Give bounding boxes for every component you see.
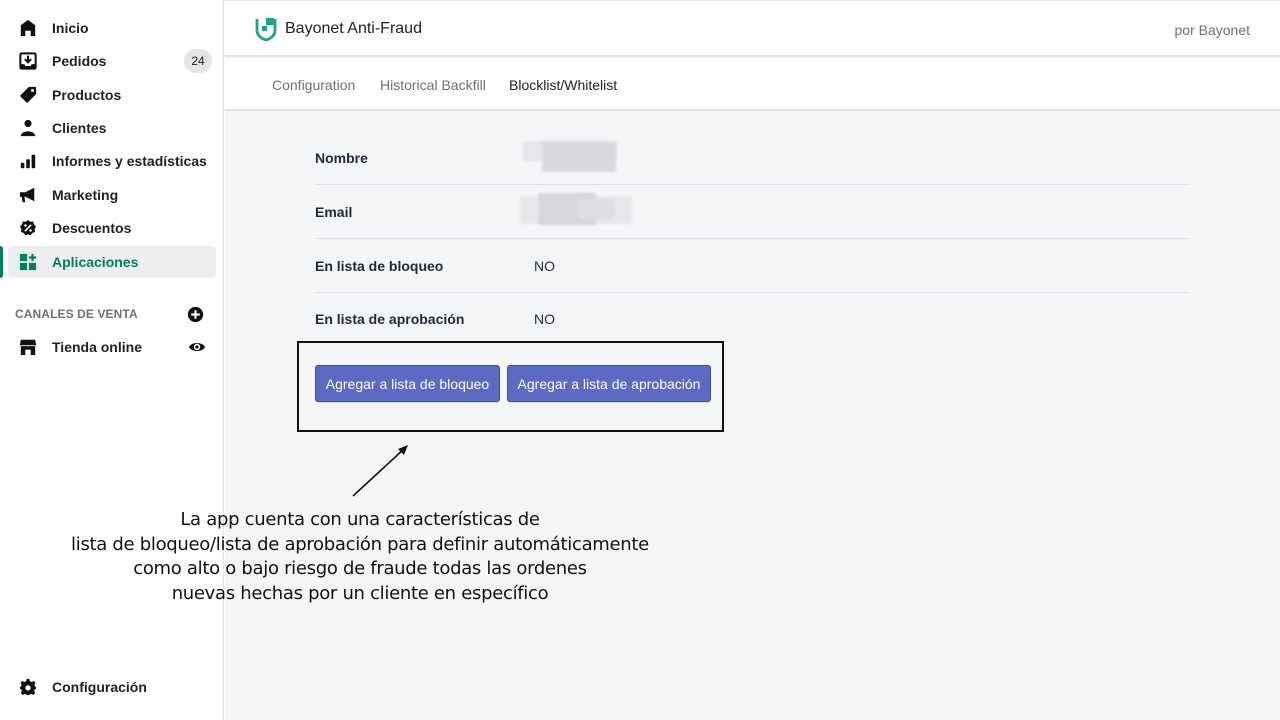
sidebar-item-label: Marketing — [52, 187, 119, 203]
tab-configuration[interactable]: Configuration — [272, 77, 355, 93]
tab-bar: Configuration Historical Backfill Blockl… — [225, 58, 1280, 111]
store-icon — [18, 337, 38, 357]
sidebar-item-aplicaciones[interactable]: Aplicaciones — [8, 246, 216, 278]
redacted-name-value — [523, 141, 618, 173]
active-indicator — [0, 246, 3, 278]
add-to-blocklist-button[interactable]: Agregar a lista de bloqueo — [315, 365, 500, 402]
sidebar-item-label: Clientes — [52, 120, 107, 136]
detail-row-approvallist: En lista de aprobación NO — [315, 292, 1190, 346]
sidebar-item-label: Pedidos — [52, 53, 107, 69]
sidebar-item-productos[interactable]: Productos — [8, 79, 216, 111]
orders-count-badge: 24 — [184, 49, 212, 73]
sidebar-item-label: Productos — [52, 87, 122, 103]
annotation-arrow-icon — [352, 445, 408, 497]
annotation-line: nuevas hechas por un cliente en específi… — [171, 582, 549, 604]
sidebar-item-label: Informes y estadísticas — [52, 153, 207, 169]
person-icon — [18, 118, 38, 138]
sidebar-item-label: Configuración — [52, 679, 147, 695]
sidebar-item-label: Aplicaciones — [52, 254, 139, 270]
sidebar-item-informes[interactable]: Informes y estadísticas — [8, 145, 216, 177]
tab-historical-backfill[interactable]: Historical Backfill — [380, 77, 486, 93]
gear-icon — [18, 677, 38, 697]
add-sales-channel-button[interactable] — [187, 306, 204, 323]
detail-row-blocklist: En lista de bloqueo NO — [315, 239, 1190, 293]
orders-icon — [18, 51, 38, 71]
eye-icon — [188, 342, 206, 352]
plus-circle-icon — [187, 306, 204, 323]
app-header: Bayonet Anti-Fraud por Bayonet — [225, 0, 1280, 57]
annotation-line: como alto o bajo riesgo de fraude todas … — [133, 558, 587, 579]
detail-label: Nombre — [315, 150, 368, 166]
sidebar-item-pedidos[interactable]: Pedidos 24 — [8, 45, 216, 77]
detail-label: En lista de aprobación — [315, 311, 465, 327]
view-store-button[interactable] — [188, 339, 206, 355]
sidebar-item-inicio[interactable]: Inicio — [8, 12, 216, 44]
annotation-caption: La app cuenta con una características de… — [60, 508, 660, 606]
tag-icon — [18, 85, 38, 105]
app-developer[interactable]: por Bayonet — [1175, 22, 1251, 38]
megaphone-icon — [18, 185, 38, 205]
sidebar-item-descuentos[interactable]: Descuentos — [8, 212, 216, 244]
app-title: Bayonet Anti-Fraud — [285, 20, 422, 37]
sidebar-item-tienda-online[interactable]: Tienda online — [8, 331, 216, 363]
detail-label: En lista de bloqueo — [315, 258, 444, 274]
sidebar-item-label: Inicio — [52, 20, 89, 36]
sidebar-item-clientes[interactable]: Clientes — [8, 112, 216, 144]
bar-chart-icon — [18, 151, 38, 171]
annotation-line: lista de bloqueo/lista de aprobación par… — [71, 533, 649, 555]
annotation-line: La app cuenta con una características de — [180, 509, 540, 530]
add-to-approvallist-button[interactable]: Agregar a lista de aprobación — [507, 365, 711, 402]
discount-icon — [18, 218, 38, 238]
sidebar: Inicio Pedidos 24 Productos Clientes Inf… — [0, 0, 224, 720]
main-content: Bayonet Anti-Fraud por Bayonet Configura… — [225, 0, 1280, 720]
blocklist-status-value: NO — [534, 258, 555, 274]
detail-label: Email — [315, 204, 353, 220]
approvallist-status-value: NO — [534, 311, 555, 327]
sidebar-item-label: Descuentos — [52, 220, 132, 236]
tab-blocklist-whitelist[interactable]: Blocklist/Whitelist — [509, 77, 617, 93]
sales-channels-title: CANALES DE VENTA — [15, 307, 138, 321]
app-window: Inicio Pedidos 24 Productos Clientes Inf… — [0, 0, 1280, 720]
redacted-email-value — [520, 193, 632, 226]
sidebar-item-configuracion[interactable]: Configuración — [8, 671, 216, 703]
home-icon — [18, 18, 38, 38]
detail-row-nombre: Nombre — [315, 131, 1190, 185]
bayonet-shield-icon — [255, 17, 277, 42]
detail-row-email: Email — [315, 185, 1190, 239]
sidebar-item-label: Tienda online — [52, 339, 142, 355]
apps-icon — [18, 252, 38, 272]
sidebar-item-marketing[interactable]: Marketing — [8, 179, 216, 211]
